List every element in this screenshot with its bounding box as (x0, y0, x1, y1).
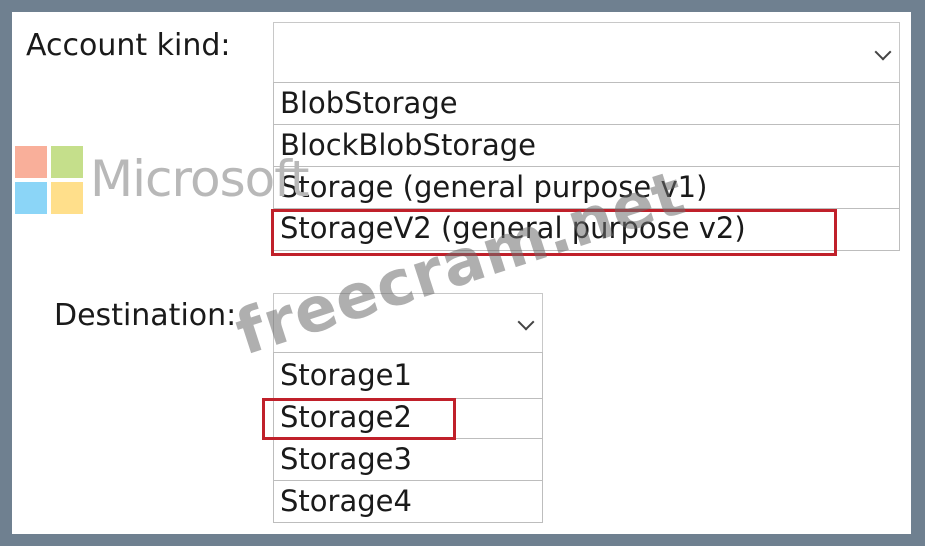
account-kind-option[interactable]: BlobStorage (273, 83, 900, 125)
answer-panel: Account kind: BlobStorage BlockBlobStora… (12, 12, 911, 534)
account-kind-select[interactable] (273, 22, 900, 86)
destination-options: Storage1 Storage2 Storage3 Storage4 (273, 352, 543, 523)
destination-label: Destination: (54, 298, 237, 333)
chevron-down-icon[interactable] (874, 43, 892, 61)
chevron-down-icon[interactable] (517, 313, 535, 331)
account-kind-label: Account kind: (26, 28, 231, 63)
microsoft-watermark-text: Microsoft (90, 150, 310, 208)
destination-option[interactable]: Storage1 (273, 353, 543, 399)
destination-option[interactable]: Storage3 (273, 439, 543, 481)
microsoft-logo-icon (15, 146, 83, 214)
account-kind-option[interactable]: BlockBlobStorage (273, 125, 900, 167)
destination-option[interactable]: Storage4 (273, 481, 543, 523)
destination-option[interactable]: Storage2 (273, 399, 543, 439)
